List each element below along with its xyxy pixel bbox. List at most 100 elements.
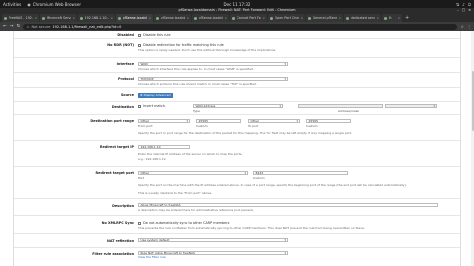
- destination-label: Destination: [111, 105, 134, 109]
- redirect-ip-input[interactable]: 192.168.1.10: [138, 145, 190, 149]
- row-redirect-ip: Redirect target IP 192.168.1.10 Enter th…: [14, 141, 460, 167]
- invert-match-checkbox[interactable]: [138, 104, 141, 108]
- protocol-select[interactable]: TCP/UDP: [138, 77, 288, 82]
- redirect-port-custom-input[interactable]: 8443: [253, 171, 348, 175]
- redirect-ip-help: Enter the internal IP address of the ser…: [138, 152, 243, 156]
- window-title: pfSense.localdomain - Firewall: NAT: Por…: [178, 8, 296, 12]
- browser-tab-active[interactable]: pfSense.locald... ×: [116, 14, 153, 22]
- system-status-area[interactable]: ⇅ ♪ ⏻: [456, 2, 471, 7]
- no-xmlrpc-checkbox[interactable]: [138, 221, 141, 225]
- browser-tab[interactable]: dedicated server...×: [344, 14, 381, 22]
- forward-icon[interactable]: →: [10, 24, 14, 29]
- row-interface: Interface WAN Choose which interface thi…: [14, 58, 460, 73]
- no-xmlrpc-check-text: Do not automatically sync to other CARP …: [143, 221, 230, 225]
- favicon-icon: [118, 16, 121, 20]
- destination-address-input[interactable]: [298, 104, 383, 108]
- browser-tab[interactable]: pfSense.locald... ×: [192, 14, 229, 22]
- description-help: A description may be entered here for ad…: [138, 208, 254, 212]
- browser-tab[interactable]: Minecraft Serve...×: [40, 14, 77, 22]
- activities-button[interactable]: Activities: [3, 2, 21, 7]
- browser-tab[interactable]: FreeNAS - 192.16...×: [2, 14, 39, 22]
- nat-reflection-select[interactable]: Use system default: [138, 238, 288, 243]
- no-rdr-checkbox[interactable]: [138, 43, 141, 47]
- address-input[interactable]: ⚠ Not secure 192.168.1.1/firewall_nat_ed…: [23, 23, 458, 30]
- chromium-icon: ◉: [27, 1, 31, 7]
- tab-close-icon[interactable]: ×: [186, 16, 189, 20]
- favicon-icon: [384, 16, 387, 20]
- page-content: Disabled Disable this rule No RDR (NOT) …: [0, 31, 474, 266]
- tab-close-icon[interactable]: ×: [148, 16, 151, 20]
- app-menu[interactable]: ◉ Chromium Web Browser: [27, 2, 81, 7]
- browser-tab[interactable]: lit ×: [382, 14, 402, 22]
- redirect-port-help-2: This is usually identical to the "From p…: [138, 191, 213, 195]
- redirect-ip-label: Redirect target IP: [99, 145, 134, 149]
- dest-port-range-help: Specify the port or port range for the d…: [138, 131, 352, 135]
- star-icon[interactable]: ☆: [460, 24, 464, 29]
- view-filter-rule-link[interactable]: View the filter rule: [138, 255, 166, 259]
- no-xmlrpc-help: This prevents the rule on Master from au…: [138, 226, 365, 230]
- browser-tab[interactable]: General pfSense...×: [306, 14, 343, 22]
- nat-reflection-label: NAT reflection: [106, 239, 134, 243]
- destination-mask-select[interactable]: [385, 104, 437, 109]
- no-xmlrpc-label: No XMLRPC Sync: [101, 221, 134, 225]
- scrollbar-thumb[interactable]: [471, 71, 474, 131]
- disabled-check-text: Disable this rule: [143, 33, 171, 37]
- protocol-help: Choose which protocol this rule should m…: [138, 82, 258, 86]
- tab-close-icon[interactable]: ×: [300, 16, 303, 20]
- power-icon: ⏻: [467, 1, 471, 7]
- security-label: Not secure: [31, 24, 51, 29]
- tab-close-icon[interactable]: ×: [397, 16, 400, 20]
- browser-tab[interactable]: 192.168.1.10:... ×: [78, 14, 115, 22]
- tab-close-icon[interactable]: ×: [338, 16, 341, 20]
- tab-close-icon[interactable]: ×: [34, 16, 37, 20]
- disabled-checkbox[interactable]: [138, 33, 141, 37]
- source-label: Source: [120, 93, 134, 97]
- tab-close-icon[interactable]: ×: [376, 16, 379, 20]
- reload-icon[interactable]: ↻: [17, 24, 21, 29]
- to-port-select[interactable]: Other: [248, 119, 300, 124]
- to-port-custom-input[interactable]: 25565: [306, 119, 351, 123]
- custom-sublabel-2: Custom: [306, 124, 318, 128]
- row-destination: Destination Invert match. WAN address Ty…: [14, 102, 460, 115]
- clock[interactable]: Dec 11 17:32: [224, 2, 251, 7]
- browser-tab[interactable]: Cannot Port For...×: [230, 14, 267, 22]
- redirect-port-select[interactable]: Other: [138, 171, 248, 176]
- favicon-icon: [4, 16, 7, 20]
- interface-help: Choose which interface this rule applies…: [138, 67, 254, 71]
- favicon-icon: [156, 16, 159, 20]
- network-icon: ⇅: [455, 1, 460, 7]
- gear-icon: ⚙: [140, 93, 143, 97]
- description-label: Description: [112, 204, 134, 208]
- row-description: Description Allow Minecraft to freeNAS A…: [14, 199, 460, 216]
- filter-rule-select[interactable]: Rule NAT Allow Minecraft to freeNAS: [138, 251, 288, 256]
- tab-close-icon[interactable]: ×: [262, 16, 265, 20]
- disabled-label: Disabled: [117, 33, 134, 37]
- browser-tab[interactable]: pfSense.localda...×: [154, 14, 191, 22]
- favicon-icon: [194, 16, 197, 20]
- row-source: Source ⚙ Display Advanced: [14, 88, 460, 102]
- menu-icon[interactable]: ⋮: [467, 24, 471, 29]
- nat-edit-form: Disabled Disable this rule No RDR (NOT) …: [13, 31, 461, 266]
- dest-port-range-label: Destination port range: [90, 119, 134, 123]
- tab-close-icon[interactable]: ×: [224, 16, 227, 20]
- row-disabled: Disabled Disable this rule: [14, 31, 460, 39]
- browser-tab[interactable]: Open Port Chec...×: [268, 14, 305, 22]
- interface-select[interactable]: WAN: [138, 62, 288, 67]
- os-top-bar: Activities ◉ Chromium Web Browser Dec 11…: [0, 0, 474, 8]
- row-redirect-port: Redirect target port Other 8443 Port Cus…: [14, 167, 460, 199]
- protocol-label: Protocol: [118, 77, 134, 81]
- from-port-select[interactable]: Other: [138, 119, 190, 124]
- from-port-custom-input[interactable]: 25565: [196, 119, 241, 123]
- new-tab-icon[interactable]: +: [403, 15, 411, 22]
- type-sublabel: Type: [193, 109, 200, 113]
- description-input[interactable]: Allow Minecraft to freeNAS: [138, 203, 438, 207]
- tab-close-icon[interactable]: ×: [110, 16, 113, 20]
- back-icon[interactable]: ←: [3, 24, 7, 29]
- row-filter-rule: Filter rule association Rule NAT Allow M…: [14, 248, 460, 266]
- no-rdr-check-text: Disable redirection for traffic matching…: [143, 43, 224, 47]
- tab-close-icon[interactable]: ×: [72, 16, 75, 20]
- warning-icon[interactable]: ⚠: [26, 25, 29, 29]
- custom-sublabel: Custom: [196, 124, 208, 128]
- destination-type-select[interactable]: WAN address: [193, 104, 283, 109]
- display-advanced-button[interactable]: ⚙ Display Advanced: [138, 93, 173, 98]
